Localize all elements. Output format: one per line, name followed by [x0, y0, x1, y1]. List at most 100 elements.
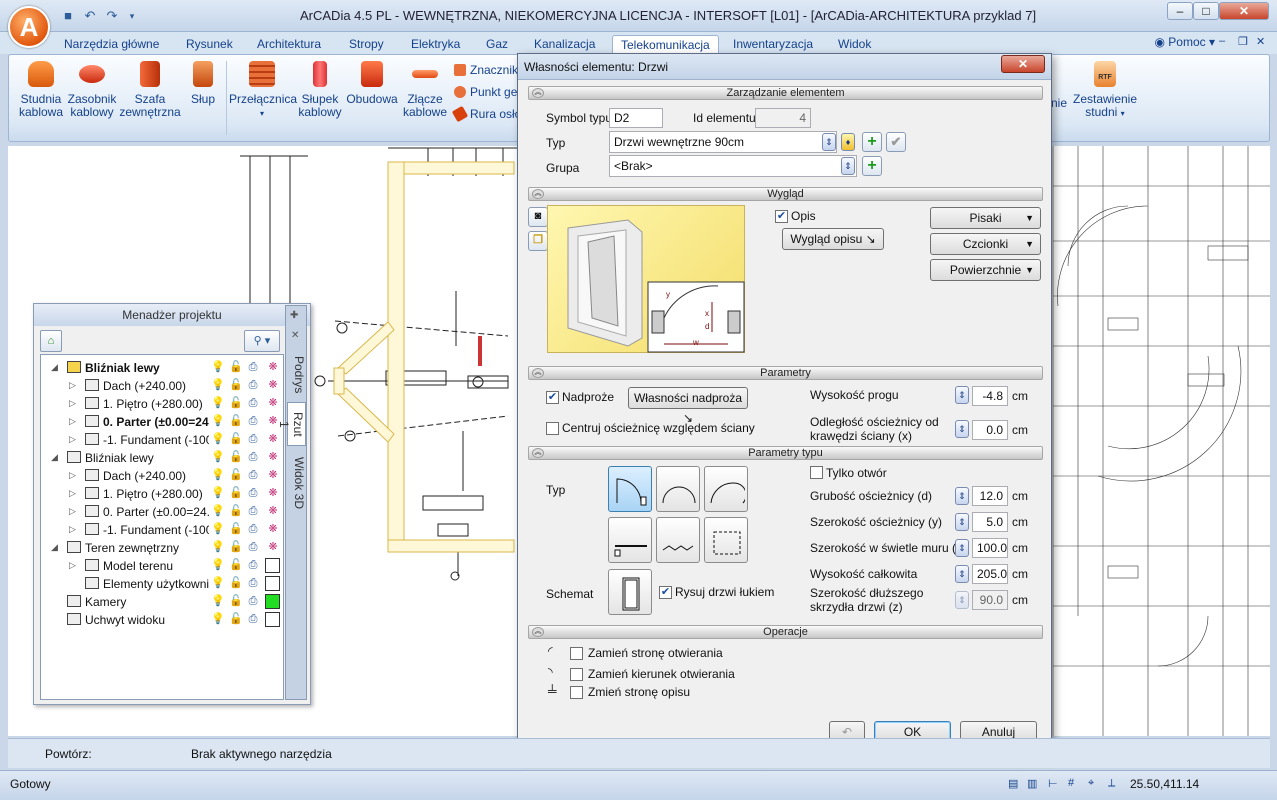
lightbulb-icon[interactable]: 💡: [211, 397, 225, 410]
lock-icon[interactable]: 🔓: [229, 379, 243, 392]
tree-item[interactable]: Uchwyt widoku 💡 🔓 ⎙: [41, 611, 283, 629]
tree-item[interactable]: ▷ 0. Parter (±0.00=24... 💡 🔓 ⎙ ❋: [41, 413, 283, 431]
ribbon-button-slupek[interactable]: Słupek kablowy: [295, 61, 345, 119]
surfaces-icon[interactable]: ❋: [267, 379, 279, 392]
mdi-restore-icon[interactable]: ❐: [1238, 35, 1248, 48]
help-button[interactable]: ◉ Pomoc ▾: [1154, 35, 1215, 49]
spin-icon[interactable]: ⇕: [955, 591, 969, 609]
qat-dropdown-icon[interactable]: ▾: [124, 8, 140, 24]
group-combo[interactable]: <Brak>: [609, 155, 857, 177]
expand-icon[interactable]: ▷: [69, 416, 76, 427]
3d-view-icon[interactable]: ❒: [528, 231, 548, 251]
ribbon-tab[interactable]: Gaz: [478, 35, 516, 54]
pisaki-button[interactable]: Pisaki ▼: [930, 207, 1041, 229]
grubosc-input[interactable]: 12.0: [972, 486, 1008, 506]
surfaces-icon[interactable]: ❋: [267, 469, 279, 482]
color-swatch[interactable]: [265, 594, 280, 609]
grid-icon[interactable]: #: [1068, 777, 1074, 789]
redo-icon[interactable]: ↷: [104, 8, 120, 24]
expand-icon[interactable]: ▷: [69, 560, 76, 571]
spin-icon[interactable]: ⇕: [955, 513, 969, 531]
print-icon[interactable]: ⎙: [247, 577, 259, 590]
tree-item[interactable]: ▷ -1. Fundament (-100...💡 🔓 ⎙ ❋: [41, 431, 283, 449]
wys-calk-input[interactable]: 205.0: [972, 564, 1008, 584]
surfaces-icon[interactable]: ❋: [267, 541, 279, 554]
rysuj-lukiem-checkbox[interactable]: ✔: [659, 586, 672, 599]
ribbon-tab[interactable]: Narzędzia główne: [56, 35, 167, 54]
print-icon[interactable]: ⎙: [247, 595, 259, 608]
tree-item[interactable]: ▷ -1. Fundament (-100...💡 🔓 ⎙ ❋: [41, 521, 283, 539]
tab-podrys[interactable]: Podrys: [287, 350, 306, 400]
lightbulb-icon[interactable]: 💡: [211, 559, 225, 572]
spin-icon[interactable]: ⇕: [955, 565, 969, 583]
tree-item[interactable]: ◢ Bliźniak lewy 💡 🔓 ⎙ ❋: [41, 449, 283, 467]
pin-icon[interactable]: ✚: [290, 310, 298, 321]
ribbon-button-obudowa[interactable]: Obudowa: [345, 61, 399, 106]
ribbon-tab[interactable]: Elektryka: [403, 35, 468, 54]
add-type-button[interactable]: +: [862, 132, 882, 152]
opis-checkbox[interactable]: ✔: [775, 210, 788, 223]
ribbon-tab[interactable]: Telekomunikacja: [612, 35, 719, 54]
lightbulb-icon[interactable]: 💡: [211, 613, 225, 626]
mdi-minimize-icon[interactable]: –: [1219, 35, 1225, 47]
tree-item[interactable]: ◢ Teren zewnętrzny 💡 🔓 ⎙ ❋: [41, 539, 283, 557]
door-type-double-arc[interactable]: [656, 466, 700, 512]
tree-item[interactable]: ▷ Model terenu 💡 🔓 ⎙: [41, 557, 283, 575]
ribbon-small-punkt[interactable]: Punkt ge: [454, 85, 517, 99]
color-swatch[interactable]: [265, 612, 280, 627]
close-window-button[interactable]: ✕: [1219, 2, 1269, 20]
ribbon-tab[interactable]: Kanalizacja: [526, 35, 603, 54]
print-icon[interactable]: ⎙: [247, 379, 259, 392]
door-type-folding[interactable]: [656, 517, 700, 563]
expand-icon[interactable]: ▷: [69, 398, 76, 409]
section-parameters[interactable]: ︽ Parametry: [528, 366, 1043, 380]
print-icon[interactable]: ⎙: [247, 469, 259, 482]
ribbon-button-studnia[interactable]: Studnia kablowa: [17, 61, 65, 119]
tree-item[interactable]: Elementy użytkowni... 💡 🔓 ⎙: [41, 575, 283, 593]
spin-icon[interactable]: ⇕: [955, 539, 969, 557]
lock-icon[interactable]: 🔓: [229, 595, 243, 608]
tree-item[interactable]: Kamery 💡 🔓 ⎙: [41, 593, 283, 611]
expand-icon[interactable]: ▷: [69, 524, 76, 535]
expand-icon[interactable]: ▷: [69, 380, 76, 391]
lightbulb-icon[interactable]: 💡: [211, 361, 225, 374]
lock-icon[interactable]: 🔓: [229, 505, 243, 518]
lock-icon[interactable]: 🔓: [229, 523, 243, 536]
swap-side-checkbox[interactable]: [570, 647, 583, 660]
color-swatch[interactable]: [265, 558, 280, 573]
czcionki-button[interactable]: Czcionki ▼: [930, 233, 1041, 255]
powierzchnie-button[interactable]: Powierzchnie ▼: [930, 259, 1041, 281]
print-icon[interactable]: ⎙: [247, 505, 259, 518]
print-icon[interactable]: ⎙: [247, 451, 259, 464]
close-icon[interactable]: ✕: [291, 330, 299, 341]
schemat-button[interactable]: [608, 569, 652, 615]
type-combo[interactable]: Drzwi wewnętrzne 90cm: [609, 131, 837, 153]
print-icon[interactable]: ⎙: [247, 433, 259, 446]
ribbon-button-zestawienie[interactable]: RTF Zestawienie studni ▾: [1071, 61, 1139, 120]
save-icon[interactable]: ■: [60, 8, 76, 24]
print-icon[interactable]: ⎙: [247, 559, 259, 572]
print-icon[interactable]: ⎙: [247, 415, 259, 428]
door-type-asym-arc[interactable]: [704, 466, 748, 512]
spin-icon[interactable]: ⇕: [955, 487, 969, 505]
app-logo[interactable]: A: [8, 6, 50, 48]
spin-icon[interactable]: ⇕: [955, 386, 969, 404]
ribbon-tab[interactable]: Widok: [830, 35, 879, 54]
maximize-button[interactable]: □: [1193, 2, 1219, 20]
minimize-button[interactable]: –: [1167, 2, 1193, 20]
expand-icon[interactable]: ▷: [69, 470, 76, 481]
section-management[interactable]: ︽ Zarządzanie elementem: [528, 86, 1043, 100]
ribbon-tab[interactable]: Architektura: [249, 35, 329, 54]
polar-icon[interactable]: ⟂: [1108, 777, 1115, 790]
ribbon-button-zlacze[interactable]: Złącze kablowe: [401, 61, 449, 119]
door-type-sliding[interactable]: [608, 517, 652, 563]
group-arrows-icon[interactable]: ⇕: [841, 157, 855, 175]
ortho-icon[interactable]: ⊢: [1048, 777, 1058, 790]
wyglad-opisu-button[interactable]: Wygląd opisu ↘: [782, 228, 884, 250]
color-swatch[interactable]: [265, 576, 280, 591]
lock-icon[interactable]: 🔓: [229, 433, 243, 446]
surfaces-icon[interactable]: ❋: [267, 487, 279, 500]
add-group-button[interactable]: +: [862, 156, 882, 176]
ribbon-tab[interactable]: Inwentaryzacja: [725, 35, 821, 54]
centruj-checkbox[interactable]: [546, 422, 559, 435]
